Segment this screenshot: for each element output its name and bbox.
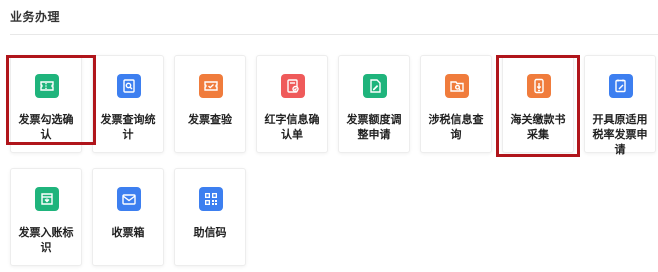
tile-red-letter-confirm[interactable]: 红字信息确认单 — [256, 55, 328, 153]
tile-invoice-quota-adjust[interactable]: 发票额度调整申请 — [338, 55, 410, 153]
tile-tax-info-query[interactable]: 涉税信息查询 — [420, 55, 492, 153]
folder-search-icon — [445, 74, 469, 98]
mailbox-icon — [117, 187, 141, 211]
search-document-icon — [117, 74, 141, 98]
qr-code-icon — [199, 187, 223, 211]
ticket-check-icon — [199, 74, 223, 98]
tile-customs-payment-collect[interactable]: 海关缴款书采集 — [502, 55, 574, 153]
section-title: 业务办理 — [10, 10, 61, 24]
pencil-document-icon — [609, 74, 633, 98]
tile-label: 海关缴款书采集 — [510, 113, 566, 141]
tile-label: 发票查询统计 — [100, 113, 156, 141]
document-check-icon — [281, 74, 305, 98]
tile-original-rate-invoice-apply[interactable]: 开具原适用税率发票申请 — [584, 55, 656, 156]
divider — [10, 34, 658, 35]
tile-label: 收票箱 — [111, 226, 145, 239]
tile-label: 红字信息确认单 — [264, 113, 320, 141]
tile-label: 发票勾选确认 — [18, 113, 74, 141]
ticket-icon — [35, 74, 59, 98]
invoice-entry-icon — [35, 187, 59, 211]
tile-invoice-entry-mark[interactable]: 发票入账标识 — [10, 168, 82, 266]
tile-label: 开具原适用税率发票申请 — [592, 113, 648, 156]
tile-label: 涉税信息查询 — [428, 113, 484, 141]
tile-label: 发票查验 — [188, 113, 232, 126]
tile-invoice-verify[interactable]: 发票查验 — [174, 55, 246, 153]
tile-invoice-inbox[interactable]: 收票箱 — [92, 168, 164, 266]
tile-credit-code[interactable]: 助信码 — [174, 168, 246, 266]
edit-document-icon — [363, 74, 387, 98]
tile-invoice-select-confirm[interactable]: 发票勾选确认 — [10, 55, 82, 153]
tile-label: 发票额度调整申请 — [346, 113, 402, 141]
tile-label: 助信码 — [193, 226, 227, 239]
phone-upload-icon — [527, 74, 551, 98]
tile-label: 发票入账标识 — [18, 226, 74, 254]
tile-invoice-query-stats[interactable]: 发票查询统计 — [92, 55, 164, 153]
